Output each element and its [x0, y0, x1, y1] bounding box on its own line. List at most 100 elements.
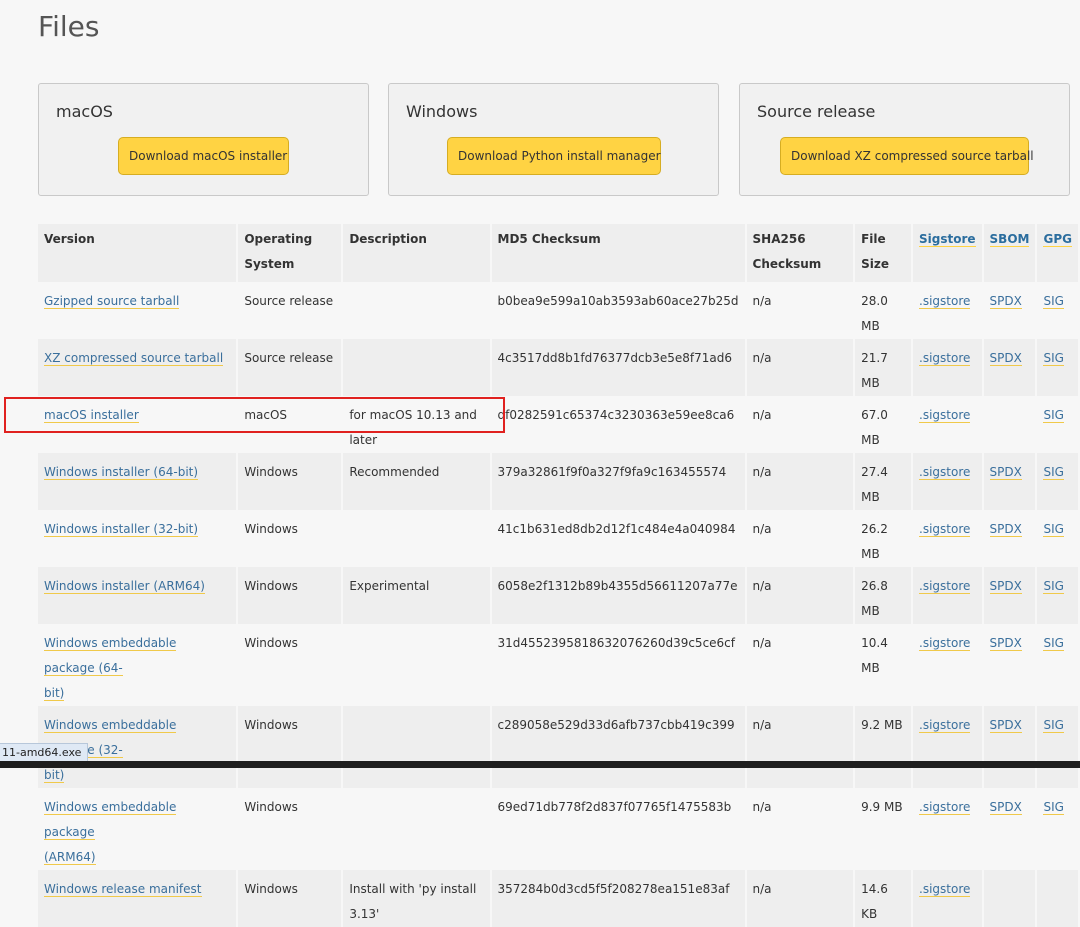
- header-file-size: File Size: [855, 224, 911, 282]
- sha256-cell: n/a: [746, 788, 854, 870]
- md5-cell: 357284b0d3cd5f5f208278ea151e83af: [491, 870, 745, 927]
- sigstore-link[interactable]: .sigstore: [919, 294, 971, 309]
- header-description: Description: [343, 224, 490, 282]
- sbom-cell-empty: [983, 870, 1036, 927]
- version-link[interactable]: Windows embeddable package (ARM64): [44, 800, 177, 865]
- version-link[interactable]: XZ compressed source tarball: [44, 351, 224, 366]
- header-operating-system: Operating System: [238, 224, 342, 282]
- header-md5: MD5 Checksum: [491, 224, 745, 282]
- description-cell: [343, 624, 490, 706]
- header-gpg[interactable]: GPG: [1037, 224, 1078, 282]
- table-row: Windows embeddable package (32-bit) Wind…: [38, 706, 1078, 788]
- version-link[interactable]: Gzipped source tarball: [44, 294, 180, 309]
- sbom-link[interactable]: SPDX: [989, 718, 1022, 733]
- md5-cell: df0282591c65374c3230363e59ee8ca6: [491, 396, 745, 453]
- sigstore-link[interactable]: .sigstore: [919, 718, 971, 733]
- gpg-sig-link[interactable]: SIG: [1043, 636, 1064, 651]
- download-xz-source-tarball-button[interactable]: Download XZ compressed source tarball: [780, 137, 1034, 175]
- version-link[interactable]: Windows installer (ARM64): [44, 579, 205, 594]
- gpg-sig-link[interactable]: SIG: [1043, 465, 1064, 480]
- table-row: Gzipped source tarball Source release b0…: [38, 282, 1078, 339]
- sbom-link[interactable]: SPDX: [989, 294, 1022, 309]
- gpg-sig-link[interactable]: SIG: [1043, 718, 1064, 733]
- sha256-cell: n/a: [746, 339, 854, 396]
- description-cell: [343, 510, 490, 567]
- windows-card-title: Windows: [406, 102, 478, 121]
- header-sha256: SHA256 Checksum: [746, 224, 854, 282]
- header-sigstore[interactable]: Sigstore: [913, 224, 982, 282]
- table-row: Windows release manifest Windows Install…: [38, 870, 1078, 927]
- size-cell: 10.4 MB: [855, 624, 911, 706]
- sigstore-link[interactable]: .sigstore: [919, 465, 971, 480]
- size-cell: 9.9 MB: [855, 788, 911, 870]
- status-bar-url: 11-amd64.exe: [0, 743, 89, 762]
- os-cell: Source release: [238, 282, 342, 339]
- source-release-card-title: Source release: [757, 102, 876, 121]
- md5-cell: 4c3517dd8b1fd76377dcb3e5e8f71ad6: [491, 339, 745, 396]
- sha256-cell: n/a: [746, 510, 854, 567]
- windows-card: Windows Download Python install manager: [388, 83, 719, 196]
- os-cell: Windows: [238, 510, 342, 567]
- gpg-sig-link[interactable]: SIG: [1043, 800, 1064, 815]
- gpg-sig-link[interactable]: SIG: [1043, 294, 1064, 309]
- version-link[interactable]: Windows embeddable package (64- bit): [44, 636, 177, 701]
- gpg-sig-link[interactable]: SIG: [1043, 579, 1064, 594]
- md5-cell: 6058e2f1312b89b4355d56611207a77e: [491, 567, 745, 624]
- description-cell: [343, 706, 490, 788]
- size-cell: 26.2 MB: [855, 510, 911, 567]
- gpg-sig-link[interactable]: SIG: [1043, 408, 1064, 423]
- sha256-cell: n/a: [746, 567, 854, 624]
- sigstore-link[interactable]: .sigstore: [919, 579, 971, 594]
- os-cell: Windows: [238, 624, 342, 706]
- version-link[interactable]: Windows release manifest: [44, 882, 202, 897]
- sbom-link[interactable]: SPDX: [989, 522, 1022, 537]
- os-cell: Windows: [238, 453, 342, 510]
- header-sbom[interactable]: SBOM: [983, 224, 1036, 282]
- sigstore-link[interactable]: .sigstore: [919, 800, 971, 815]
- download-macos-installer-button[interactable]: Download macOS installer: [118, 137, 289, 175]
- gpg-sig-link[interactable]: SIG: [1043, 522, 1064, 537]
- description-cell: Experimental: [343, 567, 490, 624]
- sigstore-link[interactable]: .sigstore: [919, 882, 971, 897]
- os-cell: Source release: [238, 339, 342, 396]
- table-row: Windows installer (32-bit) Windows 41c1b…: [38, 510, 1078, 567]
- sbom-link[interactable]: SPDX: [989, 351, 1022, 366]
- sha256-cell: n/a: [746, 453, 854, 510]
- sbom-link[interactable]: SPDX: [989, 636, 1022, 651]
- sigstore-link[interactable]: .sigstore: [919, 408, 971, 423]
- size-cell: 21.7 MB: [855, 339, 911, 396]
- sigstore-link[interactable]: .sigstore: [919, 636, 971, 651]
- header-version: Version: [38, 224, 237, 282]
- size-cell: 26.8 MB: [855, 567, 911, 624]
- download-python-install-manager-button[interactable]: Download Python install manager: [447, 137, 661, 175]
- table-header-row: Version Operating System Description MD5 …: [38, 224, 1078, 282]
- os-cell: Windows: [238, 870, 342, 927]
- sbom-cell-empty: [983, 396, 1036, 453]
- version-link[interactable]: Windows installer (64-bit): [44, 465, 199, 480]
- macos-card-title: macOS: [56, 102, 113, 121]
- description-cell: Install with 'py install 3.13': [343, 870, 490, 927]
- description-cell: [343, 282, 490, 339]
- version-link[interactable]: Windows installer (32-bit): [44, 522, 199, 537]
- sha256-cell: n/a: [746, 624, 854, 706]
- md5-cell: 41c1b631ed8db2d12f1c484e4a040984: [491, 510, 745, 567]
- files-table: Version Operating System Description MD5 …: [36, 224, 1080, 927]
- sbom-link[interactable]: SPDX: [989, 579, 1022, 594]
- sigstore-link[interactable]: .sigstore: [919, 522, 971, 537]
- os-cell: Windows: [238, 788, 342, 870]
- sbom-link[interactable]: SPDX: [989, 465, 1022, 480]
- source-release-card: Source release Download XZ compressed so…: [739, 83, 1070, 196]
- size-cell: 67.0 MB: [855, 396, 911, 453]
- size-cell: 27.4 MB: [855, 453, 911, 510]
- table-row: Windows installer (ARM64) Windows Experi…: [38, 567, 1078, 624]
- macos-card: macOS Download macOS installer: [38, 83, 369, 196]
- description-cell: Recommended: [343, 453, 490, 510]
- description-cell: [343, 339, 490, 396]
- table-row: Windows embeddable package (ARM64) Window…: [38, 788, 1078, 870]
- md5-cell: 379a32861f9f0a327f9fa9c163455574: [491, 453, 745, 510]
- gpg-sig-link[interactable]: SIG: [1043, 351, 1064, 366]
- sbom-link[interactable]: SPDX: [989, 800, 1022, 815]
- sigstore-link[interactable]: .sigstore: [919, 351, 971, 366]
- md5-cell: 31d4552395818632076260d39c5ce6cf: [491, 624, 745, 706]
- sha256-cell: n/a: [746, 282, 854, 339]
